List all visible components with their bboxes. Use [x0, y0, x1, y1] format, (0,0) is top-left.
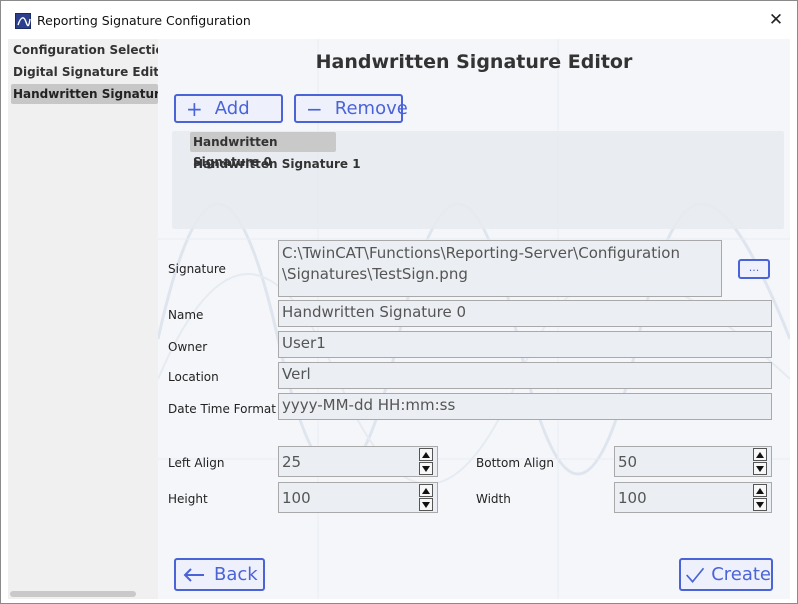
increment-up-icon[interactable] [419, 484, 433, 497]
decrement-down-icon[interactable] [753, 498, 767, 511]
app-icon [15, 13, 31, 29]
arrow-left-icon [183, 567, 204, 582]
datetime-format-field[interactable]: yyyy-MM-dd HH:mm:ss [278, 393, 772, 420]
title-bar: Reporting Signature Configuration ✕ [1, 1, 797, 39]
sidebar-item-handwritten-signature-editor[interactable]: Handwritten Signature Editor [11, 84, 158, 104]
add-button[interactable]: + Add [174, 94, 283, 123]
datetime-format-label: Date Time Format [168, 402, 276, 416]
bottom-align-stepper[interactable]: 50 [614, 446, 772, 477]
owner-value: User1 [282, 334, 326, 352]
decrement-down-icon[interactable] [419, 462, 433, 475]
list-item[interactable]: Handwritten Signature 1 [190, 154, 370, 174]
sidebar-item-digital-signature-editor[interactable]: Digital Signature Editor [11, 62, 158, 82]
sidebar-item-configuration-selection[interactable]: Configuration Selection [11, 40, 158, 60]
increment-up-icon[interactable] [753, 448, 767, 461]
create-button[interactable]: Create [679, 558, 773, 591]
signature-path-field[interactable]: C:\TwinCAT\Functions\Reporting-Server\Co… [278, 240, 722, 297]
remove-button-label: Remove [334, 98, 408, 119]
remove-button[interactable]: − Remove [294, 94, 408, 123]
height-stepper[interactable]: 100 [278, 482, 438, 513]
bottom-align-value: 50 [618, 453, 638, 471]
name-value: Handwritten Signature 0 [282, 303, 467, 321]
signature-path-line2: \Signatures\TestSign.png [282, 265, 468, 283]
left-align-value: 25 [282, 453, 302, 471]
location-value: Verl [282, 365, 311, 383]
datetime-format-value: yyyy-MM-dd HH:mm:ss [282, 396, 456, 414]
increment-up-icon[interactable] [419, 448, 433, 461]
back-button[interactable]: Back [174, 558, 265, 591]
left-align-label: Left Align [168, 456, 225, 470]
create-button-label: Create [711, 564, 771, 585]
close-icon[interactable]: ✕ [765, 9, 787, 31]
bottom-align-label: Bottom Align [476, 456, 554, 470]
owner-field[interactable]: User1 [278, 331, 772, 358]
decrement-down-icon[interactable] [419, 498, 433, 511]
width-label: Width [476, 492, 511, 506]
browse-button[interactable]: ... [738, 259, 770, 279]
sidebar: Configuration Selection Digital Signatur… [8, 39, 158, 599]
back-button-label: Back [214, 564, 258, 585]
checkmark-icon [686, 567, 705, 583]
left-align-stepper[interactable]: 25 [278, 446, 438, 477]
height-value: 100 [282, 489, 311, 507]
sidebar-scrollbar[interactable] [10, 591, 136, 597]
decrement-down-icon[interactable] [753, 462, 767, 475]
window-title: Reporting Signature Configuration [37, 13, 251, 28]
plus-icon: + [186, 96, 203, 121]
minus-icon: − [306, 96, 323, 121]
list-item[interactable]: Handwritten Signature 0 [190, 132, 336, 169]
main-panel: Handwritten Signature Editor + Add − Rem… [158, 39, 790, 599]
signature-path-line1: C:\TwinCAT\Functions\Reporting-Server\Co… [282, 244, 680, 262]
width-stepper[interactable]: 100 [614, 482, 772, 513]
add-button-label: Add [214, 98, 250, 119]
increment-up-icon[interactable] [753, 484, 767, 497]
name-field[interactable]: Handwritten Signature 0 [278, 300, 772, 327]
page-title: Handwritten Signature Editor [315, 51, 633, 73]
owner-label: Owner [168, 340, 208, 354]
app-window: Reporting Signature Configuration ✕ Conf… [0, 0, 798, 604]
name-label: Name [168, 308, 204, 322]
location-field[interactable]: Verl [278, 362, 772, 389]
width-value: 100 [618, 489, 647, 507]
signature-label: Signature [168, 262, 226, 276]
height-label: Height [168, 492, 208, 506]
signature-list: Handwritten Signature 0 Handwritten Sign… [172, 131, 784, 229]
location-label: Location [168, 370, 219, 384]
